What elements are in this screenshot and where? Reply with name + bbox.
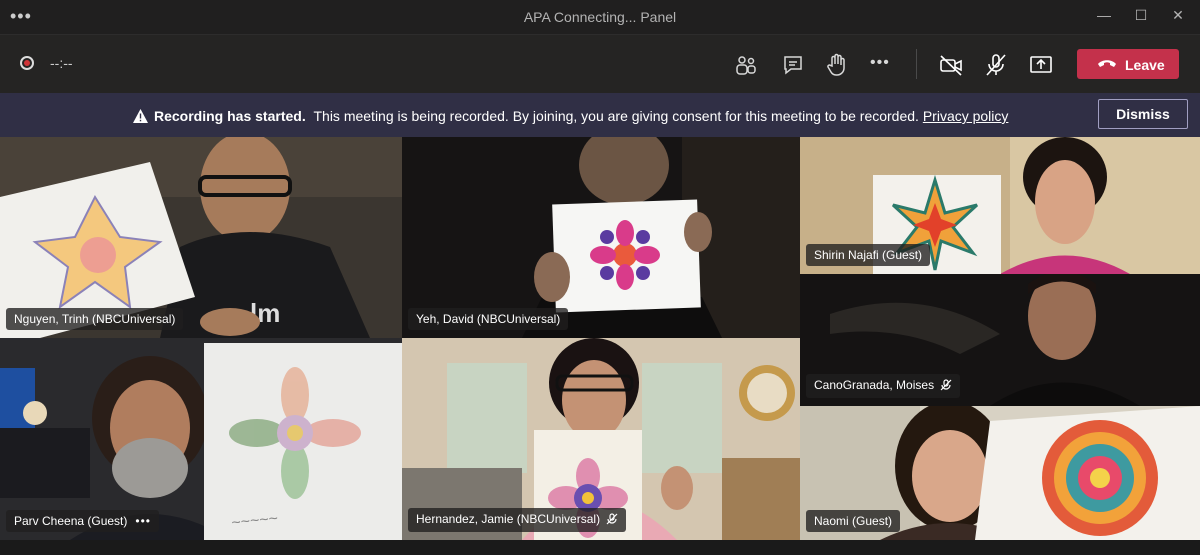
meeting-toolbar: --:-- ••• Leave [0,35,1200,93]
participant-name: CanoGranada, Moises [806,374,961,398]
video-tile-naomi[interactable]: Naomi (Guest) [800,406,1200,540]
video-tile-yeh[interactable]: Yeh, David (NBCUniversal) [402,137,800,338]
video-tile-shirin[interactable]: Shirin Najafi (Guest) [800,137,1200,274]
banner-title: Recording has started. [154,108,306,124]
mic-muted-icon [940,379,952,394]
banner-message: Recording has started. This meeting is b… [133,108,1008,126]
video-tile-hernandez[interactable]: Hernandez, Jamie (NBCUniversal) [402,338,800,540]
title-bar: ••• APA Connecting... Panel — ☐ ✕ [0,0,1200,35]
leave-label: Leave [1125,57,1165,73]
participant-name: Parv Cheena (Guest) ••• [6,510,159,532]
chat-icon[interactable] [780,52,806,78]
leave-button[interactable]: Leave [1077,49,1179,79]
dismiss-button[interactable]: Dismiss [1098,99,1188,129]
share-screen-icon[interactable] [1028,52,1054,78]
meeting-timer: --:-- [50,55,73,71]
mic-off-icon[interactable] [983,52,1009,78]
participant-name: Naomi (Guest) [806,510,901,532]
video-tile-canogranada[interactable]: CanoGranada, Moises [800,274,1200,406]
video-tile-parv[interactable]: ~~~~~ Parv Cheena (Guest) ••• [0,338,402,540]
participant-name: Hernandez, Jamie (NBCUniversal) [408,508,627,532]
video-tile-nguyen[interactable]: lm Nguyen, Trinh (NBCUniversal) [0,137,402,338]
recording-banner: Recording has started. This meeting is b… [0,93,1200,137]
participant-name: Yeh, David (NBCUniversal) [408,308,569,330]
banner-text: This meeting is being recorded. By joini… [313,108,919,124]
warning-icon [133,109,148,126]
close-button[interactable]: ✕ [1163,7,1193,27]
minimize-button[interactable]: — [1089,7,1119,27]
raise-hand-icon[interactable] [824,52,850,78]
hang-up-icon [1097,56,1117,73]
toolbar-separator [916,49,917,79]
recording-indicator-icon [20,56,34,70]
participant-name: Nguyen, Trinh (NBCUniversal) [6,308,184,330]
bottom-edge [0,540,1200,555]
participants-icon[interactable] [733,52,759,78]
mic-muted-icon [606,513,618,528]
privacy-policy-link[interactable]: Privacy policy [923,108,1009,124]
participant-more-options[interactable]: ••• [135,514,151,528]
maximize-button[interactable]: ☐ [1126,7,1156,27]
more-actions-icon[interactable]: ••• [870,54,896,80]
participant-name: Shirin Najafi (Guest) [806,244,931,266]
window-title: APA Connecting... Panel [523,9,677,25]
camera-off-icon[interactable] [938,52,964,78]
